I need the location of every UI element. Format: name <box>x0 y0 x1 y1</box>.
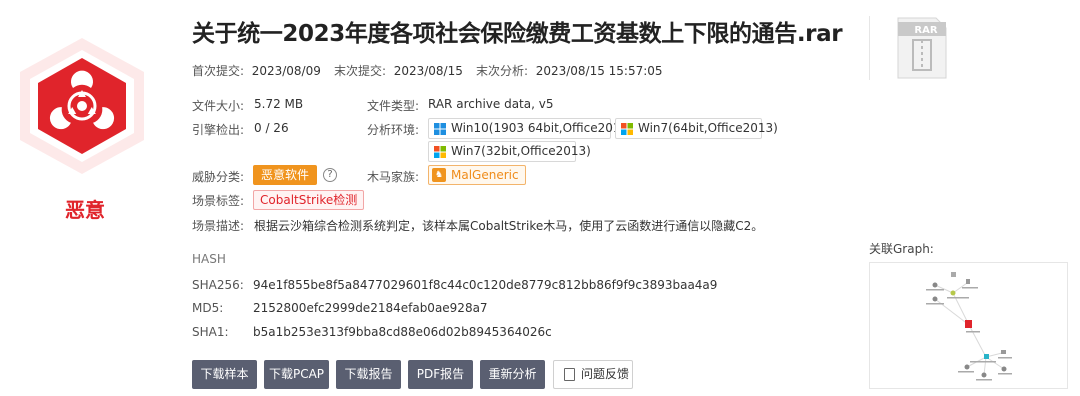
help-icon[interactable]: ? <box>323 168 337 182</box>
sha256-row: SHA256: 94e1f855be8f5a8477029601f8c44c0c1… <box>192 278 717 292</box>
last-submit: 末次提交: 2023/08/15 <box>334 62 463 79</box>
rar-file-icon: RAR <box>896 16 948 80</box>
verdict-panel: 恶意 <box>0 0 170 396</box>
md5-value: 2152800efc2999de2184efab0ae928a7 <box>253 301 488 315</box>
family-tag[interactable]: ♞ MalGeneric <box>428 165 526 185</box>
env-tag-win7-64[interactable]: Win7(64bit,Office2013) <box>615 118 778 139</box>
scene-desc: 根据云沙箱综合检测系统判定，该样本属CobaltStrike木马，使用了云函数进… <box>254 219 764 233</box>
download-report-button[interactable]: 下载报告 <box>336 360 401 389</box>
page-title: 关于统一2023年度各项社会保险缴费工资基数上下限的通告.rar <box>192 21 843 47</box>
hash-header: HASH <box>192 252 226 266</box>
env-tag-label: Win7(32bit,Office2013) <box>451 144 591 158</box>
file-type-label: 文件类型: <box>367 99 420 113</box>
scene-tag-label: 场景标签: <box>192 194 245 208</box>
windows-icon <box>621 123 633 135</box>
windows-icon <box>434 123 446 135</box>
trojan-icon: ♞ <box>432 168 446 182</box>
family-value: MalGeneric <box>451 168 519 182</box>
last-analysis-value: 2023/08/15 15:57:05 <box>535 64 663 78</box>
env-label: 分析环境: <box>367 123 420 137</box>
document-icon <box>564 368 575 381</box>
divider <box>869 16 870 80</box>
last-submit-label: 末次提交: <box>334 64 387 78</box>
last-submit-value: 2023/08/15 <box>393 64 463 78</box>
last-analysis: 末次分析: 2023/08/15 15:57:05 <box>476 62 663 79</box>
env-tag-label: Win7(64bit,Office2013) <box>638 121 778 135</box>
feedback-label: 问题反馈 <box>581 367 630 381</box>
file-icon-text: RAR <box>914 25 937 36</box>
file-size-value: 5.72 MB <box>254 97 304 111</box>
sha1-row: SHA1: b5a1b253e313f9bba8cd88e06d02b894536… <box>192 325 552 339</box>
sha256-label: SHA256: <box>192 278 244 292</box>
engine-hits: 0 / 26 <box>254 121 289 135</box>
reanalyze-button[interactable]: 重新分析 <box>480 360 545 389</box>
env-tag-win7-32[interactable]: Win7(32bit,Office2013) <box>428 141 591 162</box>
relation-graph[interactable] <box>869 262 1068 389</box>
engine-label: 引擎检出: <box>192 123 245 137</box>
file-size-label: 文件大小: <box>192 99 245 113</box>
biohazard-icon <box>14 36 150 176</box>
first-submit: 首次提交: 2023/08/09 <box>192 62 321 79</box>
md5-label: MD5: <box>192 301 224 315</box>
verdict-label: 恶意 <box>65 198 105 222</box>
first-submit-value: 2023/08/09 <box>251 64 321 78</box>
last-analysis-label: 末次分析: <box>476 64 529 78</box>
file-type-value: RAR archive data, v5 <box>428 97 554 111</box>
threat-badge: 恶意软件 <box>253 165 318 185</box>
windows-icon <box>434 146 446 158</box>
scene-desc-label: 场景描述: <box>192 219 245 233</box>
download-pcap-button[interactable]: 下载PCAP <box>264 360 329 389</box>
download-sample-button[interactable]: 下载样本 <box>192 360 257 389</box>
env-tag-win10[interactable]: Win10(1903 64bit,Office2016) <box>428 118 633 139</box>
env-tag-label: Win10(1903 64bit,Office2016) <box>451 121 633 135</box>
sha256-value: 94e1f855be8f5a8477029601f8c44c0c120de877… <box>253 278 718 292</box>
sha1-label: SHA1: <box>192 325 229 339</box>
family-label: 木马家族: <box>367 170 420 184</box>
first-submit-label: 首次提交: <box>192 64 245 78</box>
pdf-report-button[interactable]: PDF报告 <box>408 360 473 389</box>
scene-tag[interactable]: CobaltStrike检测 <box>253 190 365 210</box>
md5-row: MD5: 2152800efc2999de2184efab0ae928a7 <box>192 301 488 315</box>
threat-label: 威胁分类: <box>192 170 245 184</box>
sample-report: 恶意 关于统一2023年度各项社会保险缴费工资基数上下限的通告.rar 首次提交… <box>0 0 1080 396</box>
graph-label: 关联Graph: <box>869 242 934 256</box>
feedback-button[interactable]: 问题反馈 <box>553 360 633 389</box>
sha1-value: b5a1b253e313f9bba8cd88e06d02b8945364026c <box>253 325 552 339</box>
